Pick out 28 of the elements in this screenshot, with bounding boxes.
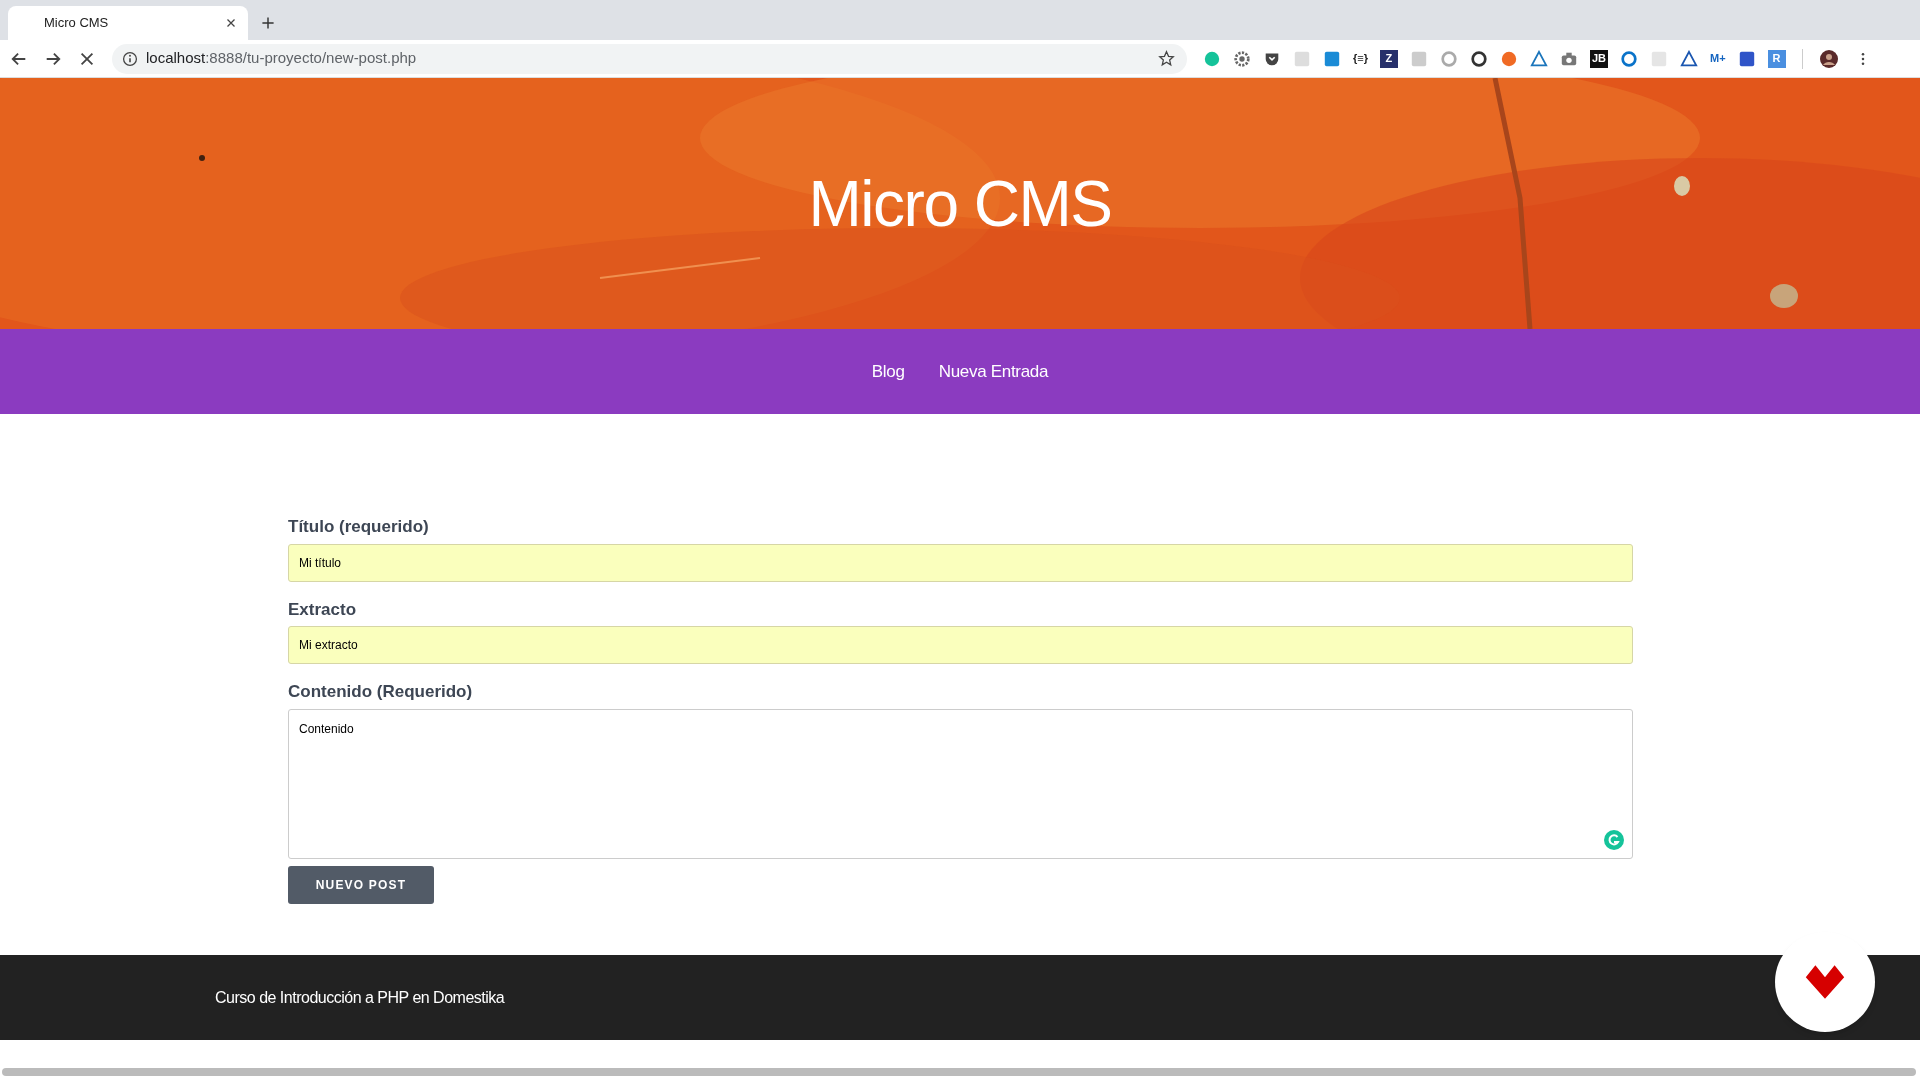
new-tab-icon[interactable] <box>260 15 276 31</box>
extension-button[interactable]: Z <box>1380 49 1398 68</box>
footer-text: Curso de Introducción a PHP en Domestika <box>215 987 505 1008</box>
nav-link[interactable]: Blog <box>871 358 905 385</box>
gear-icon[interactable] <box>1233 49 1251 68</box>
text-area[interactable]: Contenido <box>288 708 1633 859</box>
address-bar[interactable]: localhost:8888/tu-proyecto/new-post.php <box>112 43 1187 74</box>
scrollbar[interactable] <box>2 1068 1916 1076</box>
input-field[interactable]: Mi título <box>288 543 1633 582</box>
extension-button[interactable]: JB <box>1590 49 1608 68</box>
extension-button[interactable]: M+ <box>1710 50 1726 67</box>
input-field[interactable]: Mi extracto <box>288 626 1633 664</box>
field-label: Extracto <box>288 598 358 621</box>
tab-title: Micro CMS <box>44 14 110 33</box>
nav-link[interactable]: Nueva Entrada <box>938 358 1049 385</box>
extension-icon[interactable] <box>1470 49 1488 68</box>
site-title: Micro CMS <box>808 166 1112 242</box>
info-icon <box>122 50 138 67</box>
star-icon[interactable] <box>1158 50 1175 67</box>
extension-icon[interactable] <box>1680 49 1698 68</box>
field-label: Título (requerido) <box>288 516 430 538</box>
field-label: Contenido (Requerido) <box>288 681 474 703</box>
browser-tab[interactable]: Micro CMS <box>8 6 248 40</box>
submit-button[interactable]: NUEVO POST <box>288 865 434 904</box>
extension-icon[interactable] <box>1737 49 1756 68</box>
extension-button[interactable]: {≡} <box>1353 50 1368 67</box>
avatar-icon[interactable] <box>1818 48 1839 69</box>
url-text: localhost:8888/tu-proyecto/new-post.php <box>146 48 418 69</box>
